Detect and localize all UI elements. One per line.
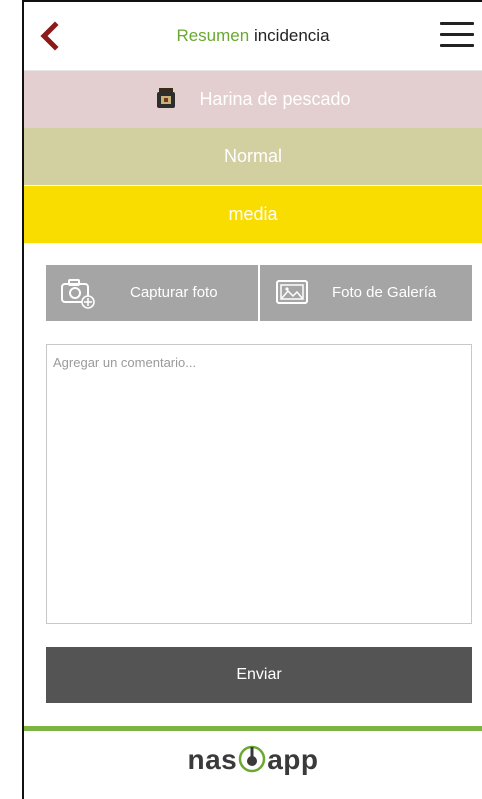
top-bar: Resumen incidencia <box>24 2 482 71</box>
send-button[interactable]: Enviar <box>46 647 472 703</box>
product-name: Harina de pescado <box>199 89 351 109</box>
gallery-photo-label: Foto de Galería <box>332 284 437 301</box>
app-screen: Resumen incidencia Harina de pescado Nor… <box>22 0 482 799</box>
brand-logo-right: app <box>267 744 319 775</box>
footer-divider <box>24 726 482 731</box>
back-button[interactable] <box>34 20 66 52</box>
logo-mark-icon <box>237 744 267 774</box>
capture-photo-button[interactable]: Capturar foto <box>46 265 258 321</box>
brand-logo-left: nas <box>187 744 238 775</box>
severity-band: media <box>24 186 482 243</box>
comment-input[interactable] <box>46 344 472 624</box>
capture-photo-label: Capturar foto <box>130 284 218 301</box>
brand-logo: nas app <box>24 744 482 776</box>
sack-icon <box>157 88 176 109</box>
chevron-left-icon <box>40 21 59 51</box>
gallery-photo-button[interactable]: Foto de Galería <box>260 265 472 321</box>
menu-button[interactable] <box>440 22 474 50</box>
page-title-accent: Resumen <box>176 26 250 45</box>
hamburger-menu-icon <box>440 22 474 25</box>
severity-label: media <box>228 204 278 224</box>
page-title: Resumen incidencia <box>24 2 482 70</box>
send-button-label: Enviar <box>236 666 282 683</box>
photo-actions: Capturar foto Foto de Galería <box>46 265 472 321</box>
product-band: Harina de pescado <box>24 71 482 128</box>
camera-add-icon <box>61 279 95 309</box>
gallery-image-icon <box>276 280 308 304</box>
page-title-rest: incidencia <box>253 26 330 45</box>
status-band: Normal <box>24 128 482 185</box>
status-label: Normal <box>223 146 282 166</box>
